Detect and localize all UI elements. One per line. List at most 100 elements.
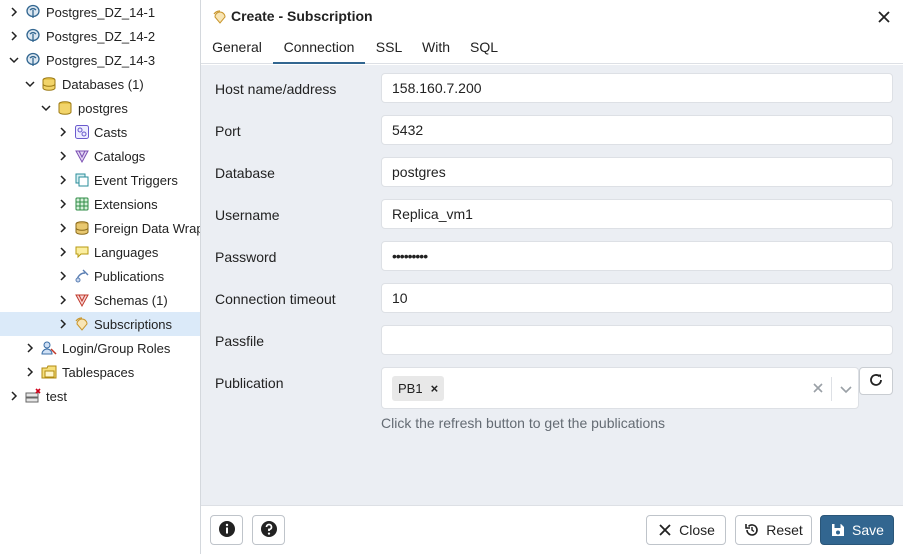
connection-timeout-input[interactable]: 10 xyxy=(381,283,893,313)
chevron-right-icon[interactable] xyxy=(56,221,70,235)
catalogs-icon xyxy=(74,148,90,164)
chevron-right-icon[interactable] xyxy=(7,29,21,43)
chevron-right-icon[interactable] xyxy=(7,389,21,403)
object-explorer-tree: Postgres_DZ_14-1 Postgres_DZ_14-2 Postgr… xyxy=(0,0,200,554)
tree-item-label: Publications xyxy=(94,268,165,284)
tree-item-label: Postgres_DZ_14-1 xyxy=(46,4,156,20)
host-row: Host name/address 158.160.7.200 xyxy=(201,73,903,107)
username-label: Username xyxy=(215,207,280,223)
tab-connection[interactable]: Connection xyxy=(273,34,365,64)
chevron-right-icon[interactable] xyxy=(56,173,70,187)
tree-item-schemas[interactable]: Schemas (1) xyxy=(0,288,200,312)
tree-item-extensions[interactable]: Extensions xyxy=(0,192,200,216)
tree-item-event-triggers[interactable]: Event Triggers xyxy=(0,168,200,192)
tree-item-label: Tablespaces xyxy=(62,364,135,380)
schemas-icon xyxy=(74,292,90,308)
chevron-right-icon[interactable] xyxy=(23,365,37,379)
passfile-row: Passfile xyxy=(201,325,903,359)
tree-item-login-group-roles[interactable]: Login/Group Roles xyxy=(0,336,200,360)
refresh-publications-button[interactable] xyxy=(859,367,893,395)
casts-icon xyxy=(74,124,90,140)
tree-item-label: Casts xyxy=(94,124,128,140)
host-label: Host name/address xyxy=(215,81,337,97)
tree-item-server[interactable]: Postgres_DZ_14-3 xyxy=(0,48,200,72)
tree-item-catalogs[interactable]: Catalogs xyxy=(0,144,200,168)
chevron-right-icon[interactable] xyxy=(7,5,21,19)
select-divider xyxy=(831,377,832,401)
publication-chip-label: PB1 xyxy=(398,381,423,396)
chevron-down-icon[interactable] xyxy=(7,53,21,67)
port-row: Port 5432 xyxy=(201,115,903,149)
chevron-right-icon[interactable] xyxy=(56,149,70,163)
tab-general[interactable]: General xyxy=(211,34,263,64)
tablespaces-icon xyxy=(41,364,57,380)
save-icon xyxy=(830,522,846,538)
chevron-right-icon[interactable] xyxy=(56,125,70,139)
reset-button-label: Reset xyxy=(766,522,803,538)
dialog-title: Create - Subscription xyxy=(231,8,373,24)
chevron-right-icon[interactable] xyxy=(56,197,70,211)
save-button-label: Save xyxy=(852,522,884,538)
publication-select[interactable]: PB1 × xyxy=(381,367,859,409)
passfile-label: Passfile xyxy=(215,333,265,349)
tree-item-publications[interactable]: Publications xyxy=(0,264,200,288)
chevron-right-icon[interactable] xyxy=(56,317,70,331)
close-icon[interactable] xyxy=(876,9,892,25)
password-row: Password ••••••••• xyxy=(201,241,903,275)
connection-form: Host name/address 158.160.7.200 Port 543… xyxy=(201,65,903,505)
tree-item-server[interactable]: Postgres_DZ_14-2 xyxy=(0,24,200,48)
tree-item-databases[interactable]: Databases (1) xyxy=(0,72,200,96)
port-label: Port xyxy=(215,123,241,139)
tree-item-subscriptions[interactable]: Subscriptions xyxy=(0,312,200,336)
timeout-row: Connection timeout 10 xyxy=(201,283,903,317)
close-button[interactable]: Close xyxy=(646,515,726,545)
chip-remove-icon[interactable]: × xyxy=(431,381,439,396)
tree-item-label: Databases (1) xyxy=(62,76,144,92)
tree-item-server[interactable]: Postgres_DZ_14-1 xyxy=(0,0,200,24)
chevron-right-icon[interactable] xyxy=(56,245,70,259)
tab-ssl[interactable]: SSL xyxy=(375,34,403,64)
reset-button[interactable]: Reset xyxy=(735,515,812,545)
tab-with[interactable]: With xyxy=(420,34,452,64)
tree-item-database[interactable]: postgres xyxy=(0,96,200,120)
username-input[interactable]: Replica_vm1 xyxy=(381,199,893,229)
chevron-down-icon[interactable] xyxy=(839,382,853,396)
save-button[interactable]: Save xyxy=(820,515,894,545)
publication-label: Publication xyxy=(215,375,284,391)
close-icon xyxy=(657,522,673,538)
chevron-right-icon[interactable] xyxy=(56,269,70,283)
tree-item-casts[interactable]: Casts xyxy=(0,120,200,144)
port-input[interactable]: 5432 xyxy=(381,115,893,145)
help-icon xyxy=(260,520,278,541)
tree-item-label: Event Triggers xyxy=(94,172,178,188)
tree-item-languages[interactable]: Languages xyxy=(0,240,200,264)
tree-item-server-test[interactable]: test xyxy=(0,384,200,408)
password-input[interactable]: ••••••••• xyxy=(381,241,893,271)
chevron-down-icon[interactable] xyxy=(23,77,37,91)
help-button[interactable] xyxy=(252,515,285,545)
username-row: Username Replica_vm1 xyxy=(201,199,903,233)
tree-item-tablespaces[interactable]: Tablespaces xyxy=(0,360,200,384)
databases-icon xyxy=(41,76,57,92)
chevron-right-icon[interactable] xyxy=(23,341,37,355)
publication-hint: Click the refresh button to get the publ… xyxy=(381,415,666,431)
clear-icon[interactable] xyxy=(811,381,825,395)
event-triggers-icon xyxy=(74,172,90,188)
tree-item-label: Schemas (1) xyxy=(94,292,168,308)
database-input[interactable]: postgres xyxy=(381,157,893,187)
subscription-icon xyxy=(212,9,228,25)
host-input[interactable]: 158.160.7.200 xyxy=(381,73,893,103)
chevron-down-icon[interactable] xyxy=(39,101,53,115)
postgres-server-icon xyxy=(25,52,41,68)
tree-item-foreign-data-wrappers[interactable]: Foreign Data Wrap xyxy=(0,216,200,240)
chevron-right-icon[interactable] xyxy=(56,293,70,307)
foreign-data-wrappers-icon xyxy=(74,220,90,236)
tree-item-label: Postgres_DZ_14-2 xyxy=(46,28,156,44)
tree-item-label: Catalogs xyxy=(94,148,146,164)
database-label: Database xyxy=(215,165,275,181)
tab-sql[interactable]: SQL xyxy=(470,34,498,64)
passfile-input[interactable] xyxy=(381,325,893,355)
publications-icon xyxy=(74,268,90,284)
tree-item-label: Login/Group Roles xyxy=(62,340,171,356)
info-button[interactable] xyxy=(210,515,243,545)
